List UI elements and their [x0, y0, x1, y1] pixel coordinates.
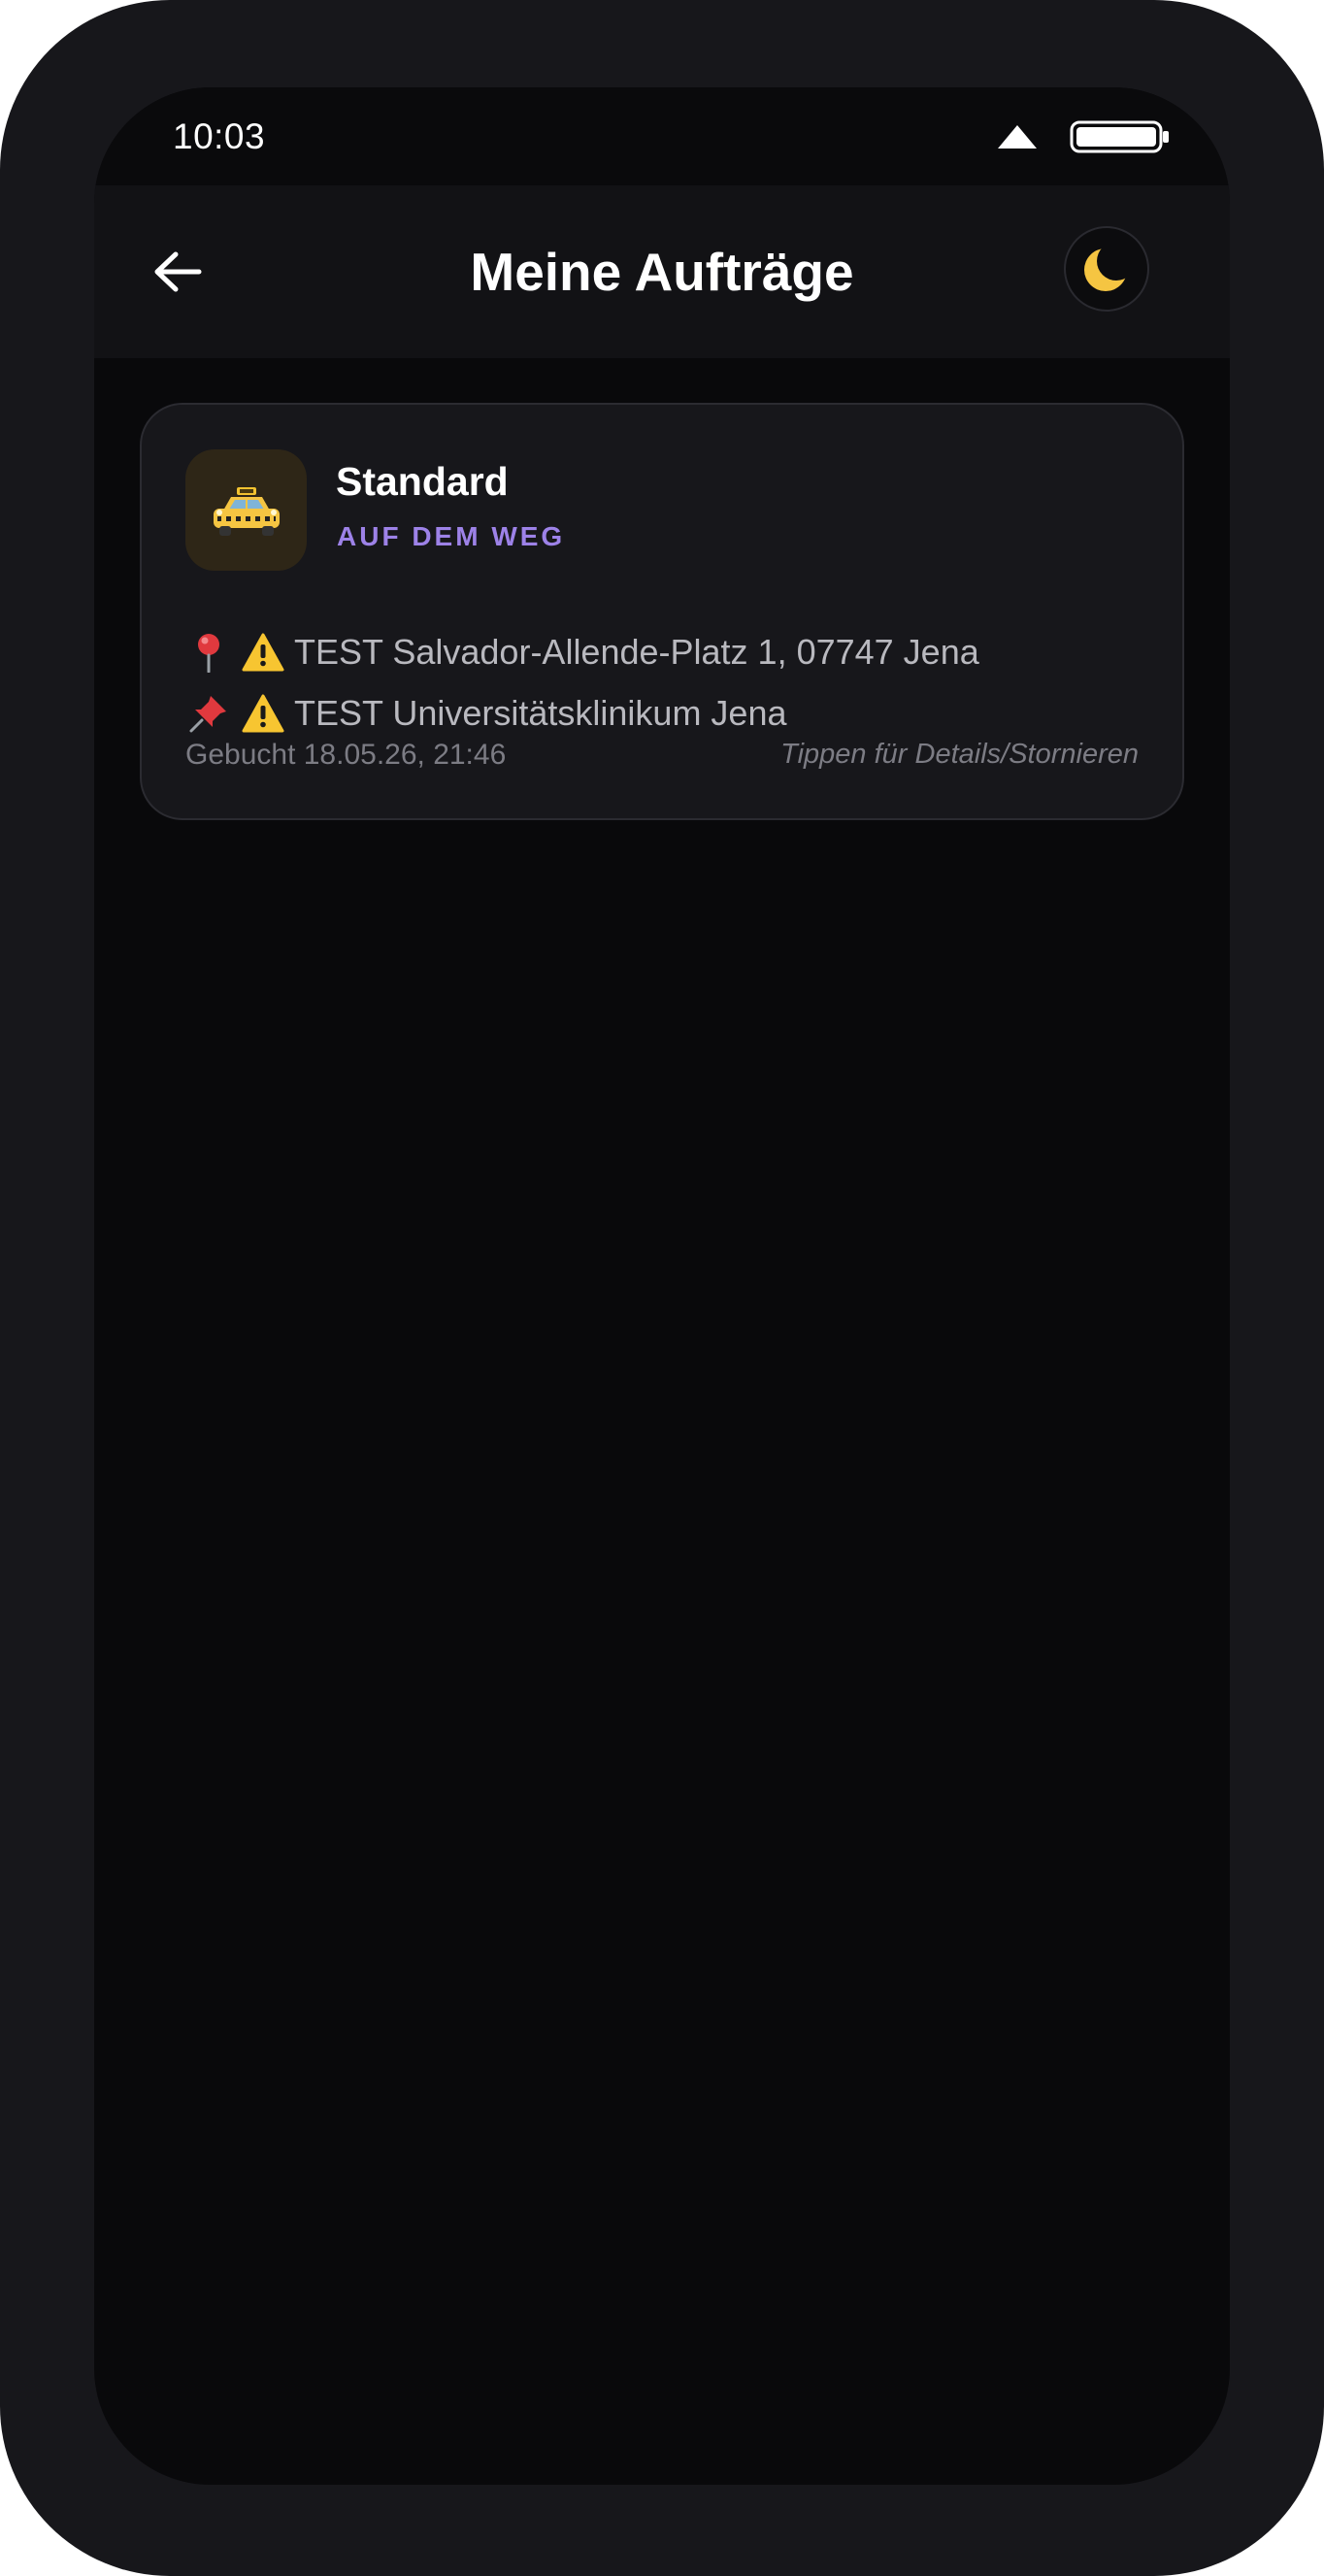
destination-row: TEST Universitätsklinikum Jena	[185, 689, 787, 738]
page-title: Meine Aufträge	[470, 242, 854, 302]
service-icon-container	[185, 449, 307, 571]
warning-icon	[240, 690, 286, 737]
pickup-address: TEST Salvador-Allende-Platz 1, 07747 Jen…	[294, 632, 979, 672]
status-time: 10:03	[173, 116, 266, 156]
arrow-left-icon	[154, 251, 202, 292]
back-button[interactable]	[141, 235, 215, 309]
status-bar: 10:03	[94, 87, 1230, 185]
pushpin-icon	[185, 690, 232, 737]
app-header: Meine Aufträge	[94, 185, 1230, 358]
app-screen: 10:03 Meine Aufträge Standard AUF DEM WE…	[94, 87, 1230, 2485]
pickup-row: TEST Salvador-Allende-Platz 1, 07747 Jen…	[185, 628, 979, 677]
destination-address: TEST Universitätsklinikum Jena	[294, 693, 787, 733]
theme-toggle-button[interactable]	[1064, 226, 1149, 312]
booked-timestamp: Gebucht 18.05.26, 21:46	[185, 739, 507, 771]
map-pin-icon	[185, 629, 232, 676]
warning-icon	[240, 629, 286, 676]
order-card[interactable]: Standard AUF DEM WEG TEST Salvador-Allen…	[140, 403, 1184, 820]
tap-hint: Tippen für Details/Stornieren	[780, 739, 1139, 770]
service-name: Standard	[336, 459, 509, 504]
moon-icon	[1084, 248, 1127, 291]
phone-frame: 10:03 Meine Aufträge Standard AUF DEM WE…	[0, 0, 1324, 2576]
status-badge: AUF DEM WEG	[337, 521, 566, 551]
battery-icon	[1070, 120, 1169, 153]
taxi-icon	[213, 486, 280, 536]
signal-icon	[998, 125, 1037, 149]
